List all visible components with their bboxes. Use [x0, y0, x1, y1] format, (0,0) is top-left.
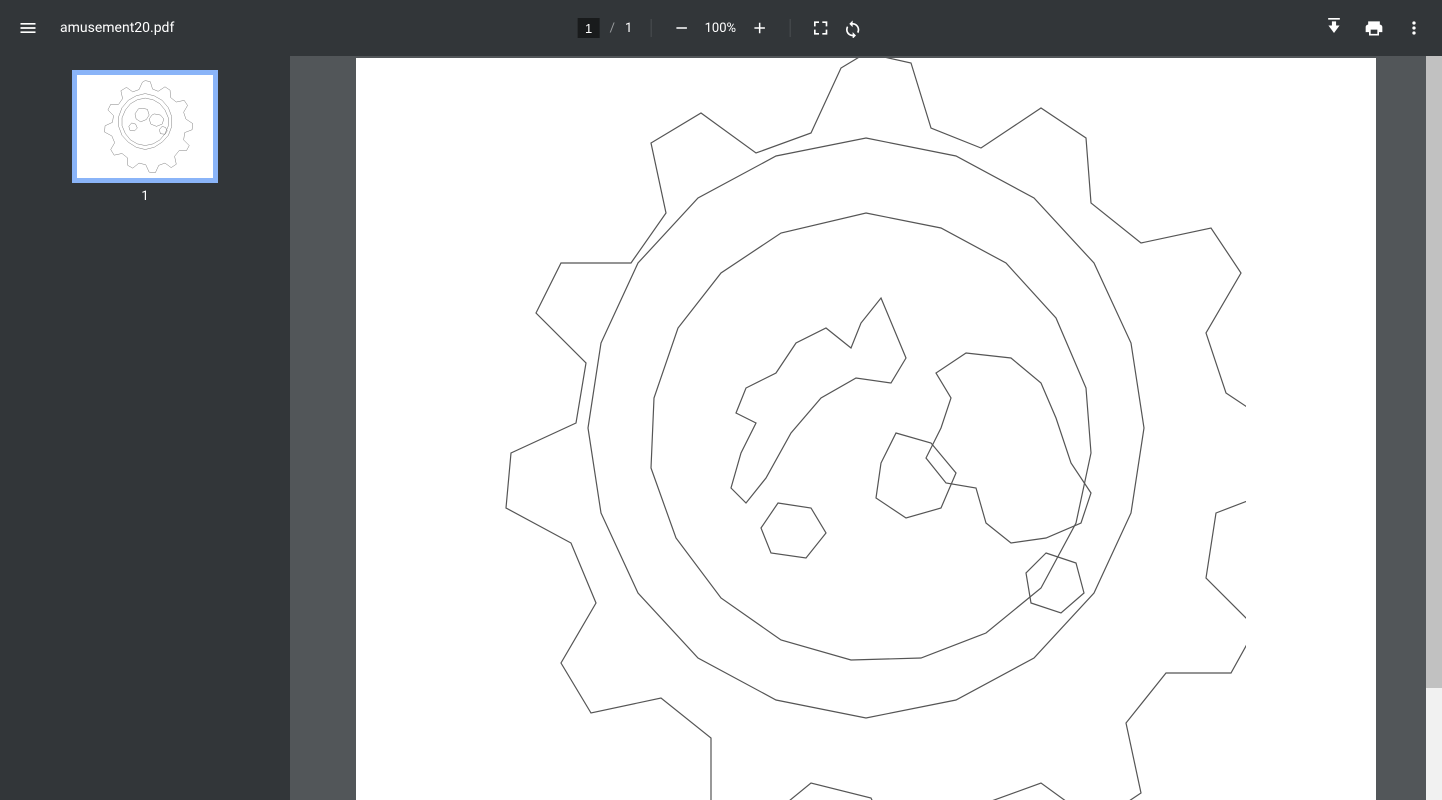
zoom-in-button[interactable] [747, 16, 771, 40]
zoom-level: 100% [701, 21, 739, 36]
pdf-page [356, 58, 1376, 800]
thumbnail-item: 1 [72, 70, 218, 204]
thumbnail-page-number: 1 [141, 189, 148, 204]
print-button[interactable] [1362, 16, 1386, 40]
file-title: amusement20.pdf [60, 20, 174, 36]
fit-to-page-button[interactable] [808, 16, 832, 40]
divider [650, 19, 651, 37]
gear-fish-icon [84, 80, 206, 173]
more-options-button[interactable] [1402, 16, 1426, 40]
divider [789, 19, 790, 37]
toolbar-right [1322, 16, 1426, 40]
download-button[interactable] [1322, 16, 1346, 40]
rotate-button[interactable] [840, 16, 864, 40]
page-number-input[interactable] [578, 18, 600, 38]
pdf-toolbar: amusement20.pdf / 1 100% [0, 0, 1442, 56]
content-area: 1 [0, 56, 1442, 800]
menu-icon[interactable] [16, 16, 40, 40]
scrollbar-thumb[interactable] [1426, 56, 1442, 688]
page-thumbnail[interactable] [72, 70, 218, 183]
page-separator: / [610, 21, 615, 36]
gear-fish-drawing [486, 58, 1246, 800]
toolbar-left: amusement20.pdf [16, 16, 174, 40]
document-viewer[interactable] [290, 56, 1442, 800]
vertical-scrollbar[interactable] [1426, 56, 1442, 800]
zoom-out-button[interactable] [669, 16, 693, 40]
thumbnail-sidebar: 1 [0, 56, 290, 800]
toolbar-center: / 1 100% [578, 16, 865, 40]
page-total: 1 [625, 21, 632, 36]
